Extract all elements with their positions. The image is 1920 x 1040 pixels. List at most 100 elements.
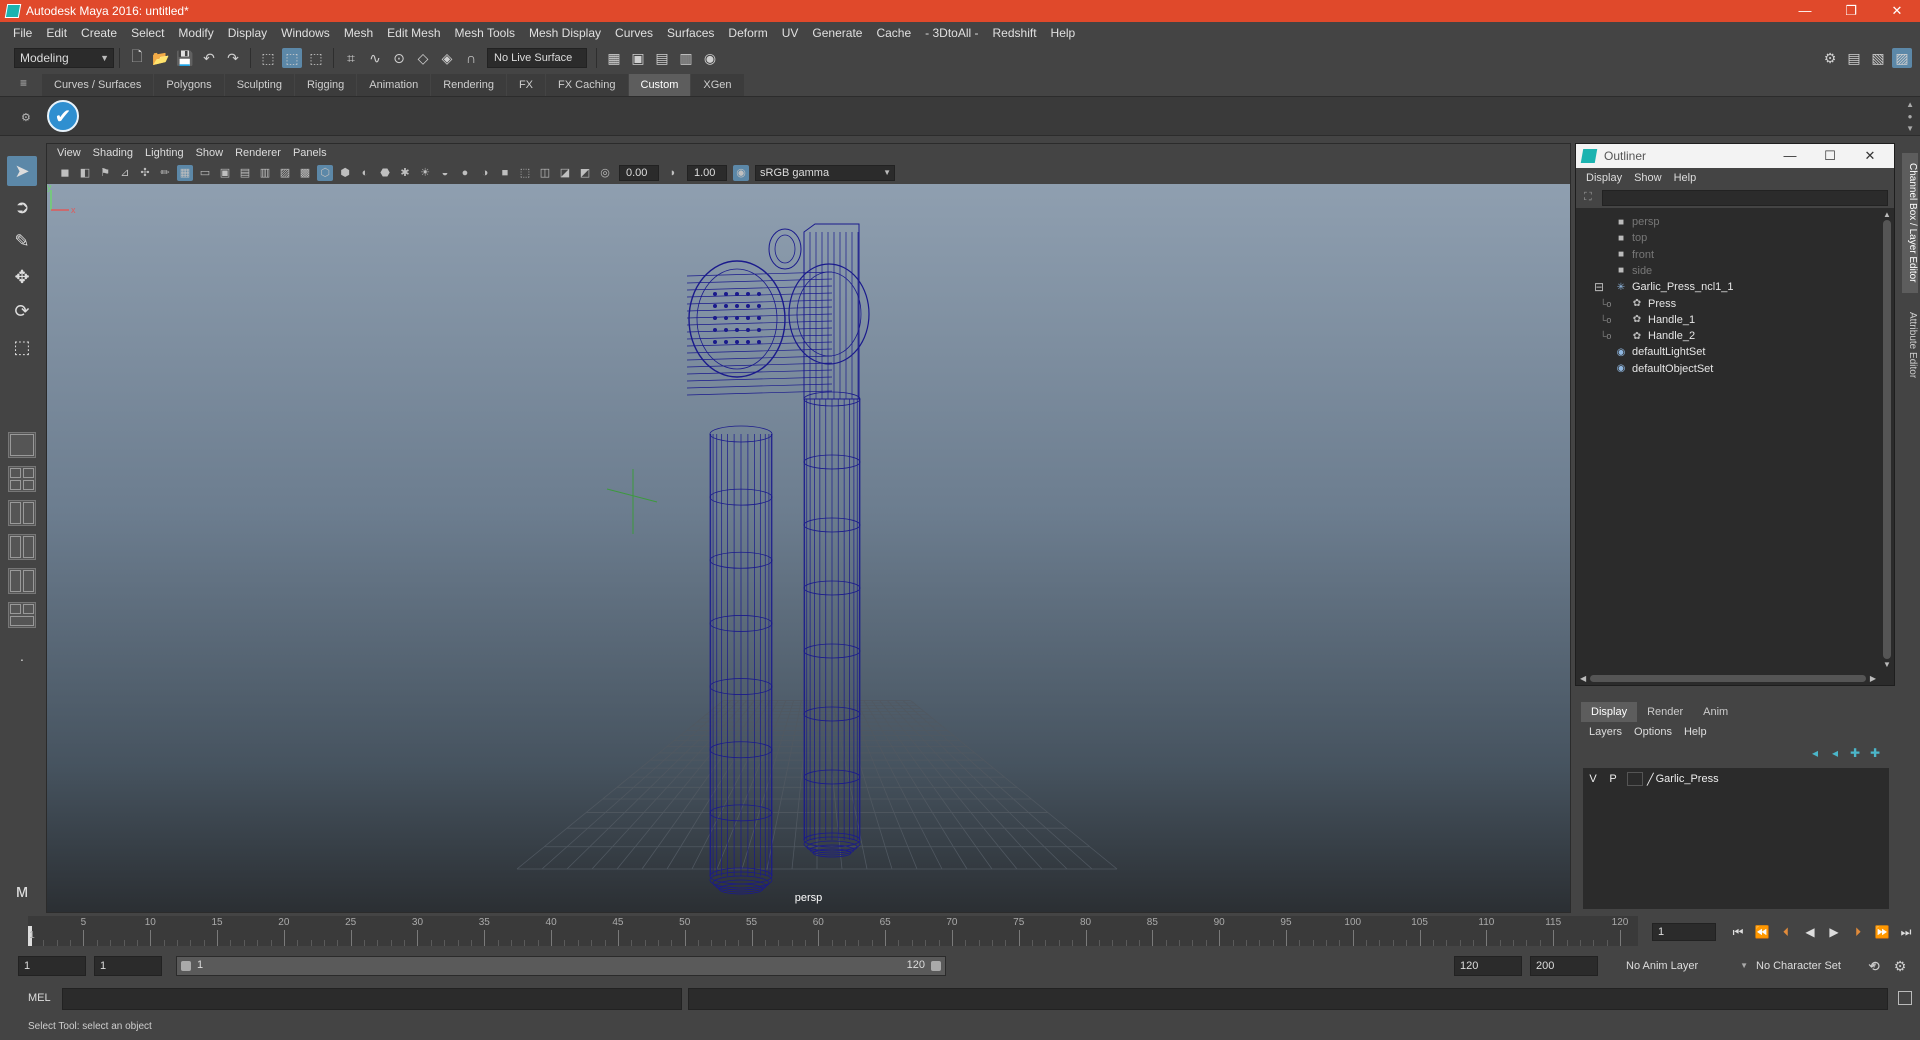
go-to-start-icon[interactable]: ⏮ — [1726, 923, 1750, 941]
xray-joints-icon[interactable]: ◪ — [557, 165, 573, 181]
outliner-minimize-button[interactable]: — — [1770, 144, 1810, 168]
outliner-vertical-scrollbar[interactable]: ▲ ▼ — [1882, 210, 1892, 669]
select-tool-icon[interactable]: ➤ — [7, 156, 37, 186]
save-scene-icon[interactable]: 💾 — [175, 48, 195, 68]
range-start-handle[interactable] — [181, 961, 191, 971]
grease-pencil-icon[interactable]: ✏ — [157, 165, 173, 181]
shelf-scroll-icon[interactable]: ▲ ● ▼ — [1906, 99, 1914, 135]
grid-toggle-icon[interactable]: ▦ — [177, 165, 193, 181]
menu-redshift[interactable]: Redshift — [986, 22, 1044, 44]
move-tool-icon[interactable]: ✥ — [7, 262, 37, 292]
menu-deform[interactable]: Deform — [721, 22, 774, 44]
xray-components-icon[interactable]: ◩ — [577, 165, 593, 181]
layer-menu-help[interactable]: Help — [1678, 726, 1713, 738]
exposure-icon[interactable]: ◎ — [597, 165, 613, 181]
shelf-tab-fx[interactable]: FX — [506, 74, 546, 96]
collapse-toggle-icon[interactable]: ⊟ — [1594, 280, 1604, 294]
outliner-maximize-button[interactable]: ☐ — [1810, 144, 1850, 168]
camera-attributes-icon[interactable]: ◧ — [77, 165, 93, 181]
use-all-lights-icon[interactable]: ☀ — [417, 165, 433, 181]
snap-grid-icon[interactable]: ⌗ — [341, 48, 361, 68]
wireframe-on-shaded-icon[interactable]: ⬣ — [377, 165, 393, 181]
step-back-key-icon[interactable]: ⏪ — [1750, 923, 1774, 941]
redo-icon[interactable]: ↷ — [223, 48, 243, 68]
2d-pan-zoom-icon[interactable]: ✣ — [137, 165, 153, 181]
filter-icon[interactable]: ⛶ — [1584, 191, 1592, 204]
undo-icon[interactable]: ↶ — [199, 48, 219, 68]
shelf-tab-rendering[interactable]: Rendering — [431, 74, 506, 96]
view-transform-dropdown[interactable]: sRGB gamma — [755, 165, 895, 181]
step-back-frame-icon[interactable]: ⏴ — [1774, 923, 1798, 941]
tab-attribute-editor[interactable]: Attribute Editor — [1902, 303, 1918, 387]
command-input[interactable] — [62, 988, 682, 1010]
scrollbar-thumb[interactable] — [1883, 220, 1891, 659]
menu-display[interactable]: Display — [221, 22, 274, 44]
layer-row[interactable]: V P ╱ Garlic_Press — [1583, 770, 1889, 788]
gamma-field[interactable]: 1.00 — [687, 165, 727, 181]
lasso-tool-icon[interactable]: ➲ — [7, 192, 37, 222]
menu-edit-mesh[interactable]: Edit Mesh — [380, 22, 447, 44]
character-set-dropdown[interactable]: No Character Set — [1756, 956, 1878, 976]
tab-channel-box-layer-editor[interactable]: Channel Box / Layer Editor — [1902, 153, 1918, 293]
animation-end-field[interactable]: 200 — [1530, 956, 1598, 976]
scroll-up-icon[interactable]: ▲ — [1883, 210, 1891, 219]
shelf-menu-icon[interactable]: ≡ — [20, 76, 34, 92]
shelf-tab-custom[interactable]: Custom — [628, 74, 691, 96]
play-forwards-icon[interactable]: ▶ — [1822, 923, 1846, 941]
layer-visibility-toggle[interactable]: V — [1583, 773, 1603, 785]
viewport-menu-shading[interactable]: Shading — [87, 147, 139, 159]
shadows-icon[interactable]: ◒ — [437, 165, 453, 181]
render-view-icon[interactable]: ▥ — [676, 48, 696, 68]
two-pane-layout-icon[interactable] — [8, 500, 36, 526]
ipr-render-icon[interactable]: ▤ — [652, 48, 672, 68]
script-language-label[interactable]: MEL — [28, 992, 51, 1004]
menu-mesh-tools[interactable]: Mesh Tools — [448, 22, 522, 44]
hypershade-icon[interactable]: ◉ — [700, 48, 720, 68]
close-button[interactable]: ✕ — [1874, 0, 1920, 22]
resolution-gate-icon[interactable]: ▣ — [217, 165, 233, 181]
menu-mesh-display[interactable]: Mesh Display — [522, 22, 608, 44]
xray-icon[interactable]: ◫ — [537, 165, 553, 181]
outliner-menu-show[interactable]: Show — [1628, 172, 1668, 184]
outliner-horizontal-scrollbar[interactable]: ◀ ▶ — [1580, 673, 1876, 683]
tool-settings-toggle-icon[interactable]: ▧ — [1868, 48, 1888, 68]
viewport-menu-show[interactable]: Show — [190, 147, 230, 159]
viewport-menu-panels[interactable]: Panels — [287, 147, 333, 159]
field-chart-icon[interactable]: ▥ — [257, 165, 273, 181]
outliner-close-button[interactable]: ✕ — [1850, 144, 1890, 168]
open-scene-icon[interactable]: 📂 — [151, 48, 171, 68]
step-forward-frame-icon[interactable]: ⏵ — [1846, 923, 1870, 941]
shelf-tab-rigging[interactable]: Rigging — [294, 74, 357, 96]
viewport-menu-view[interactable]: View — [51, 147, 87, 159]
menu-curves[interactable]: Curves — [608, 22, 660, 44]
image-plane-icon[interactable]: ⊿ — [117, 165, 133, 181]
color-management-icon[interactable]: ◉ — [733, 165, 749, 181]
persp-outliner-layout-icon[interactable] — [8, 568, 36, 594]
viewport-menu-renderer[interactable]: Renderer — [229, 147, 287, 159]
new-layer-from-selection-icon[interactable]: ✚ — [1865, 746, 1885, 760]
outliner-persp-graph-layout-icon[interactable] — [8, 602, 36, 628]
live-surface-field[interactable]: No Live Surface — [487, 48, 587, 68]
bookmark-icon[interactable]: ⚑ — [97, 165, 113, 181]
menu-generate[interactable]: Generate — [805, 22, 869, 44]
shelf-tab-sculpting[interactable]: Sculpting — [224, 74, 294, 96]
use-default-material-icon[interactable]: ◐ — [357, 165, 373, 181]
new-empty-layer-icon[interactable]: ✚ — [1845, 746, 1865, 760]
attribute-editor-toggle-icon[interactable]: ▤ — [1844, 48, 1864, 68]
custom-shelf-tool-icon[interactable]: ✔ — [47, 100, 79, 132]
select-hierarchy-icon[interactable]: ⬚ — [258, 48, 278, 68]
shelf-tab-polygons[interactable]: Polygons — [154, 74, 224, 96]
outliner-item[interactable]: ◉ defaultObjectSet — [1576, 359, 1878, 379]
viewport-canvas[interactable]: y x persp — [47, 184, 1570, 912]
move-layer-up-icon[interactable]: ◂ — [1805, 746, 1825, 760]
menu-uv[interactable]: UV — [775, 22, 806, 44]
camera-select-icon[interactable]: ◼ — [57, 165, 73, 181]
shelf-tab-fx-caching[interactable]: FX Caching — [546, 74, 628, 96]
safe-action-icon[interactable]: ▨ — [277, 165, 293, 181]
animation-preferences-icon[interactable]: ⚙ — [1890, 956, 1910, 976]
menu-mesh[interactable]: Mesh — [337, 22, 380, 44]
select-object-icon[interactable]: ⬚ — [282, 48, 302, 68]
snap-magnet-icon[interactable]: ∩ — [461, 48, 481, 68]
menu-3dtoall[interactable]: - 3DtoAll - — [918, 22, 985, 44]
go-to-end-icon[interactable]: ⏭ — [1894, 923, 1918, 941]
